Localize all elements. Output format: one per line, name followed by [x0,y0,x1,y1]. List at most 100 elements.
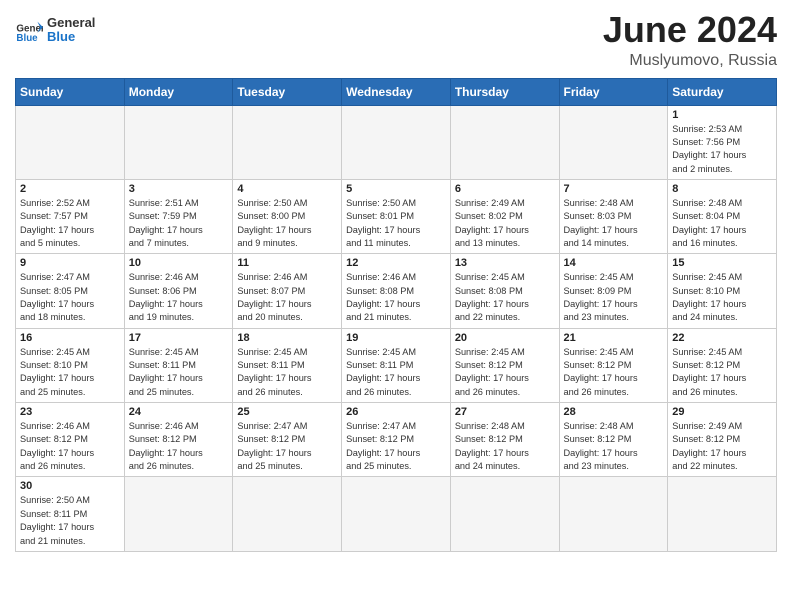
calendar-cell: 3 Sunrise: 2:51 AM Sunset: 7:59 PM Daylig… [124,179,233,253]
logo-icon: General Blue [15,16,43,44]
day-number: 28 [564,406,664,418]
day-number: 30 [20,480,120,492]
day-number: 5 [346,183,446,195]
calendar-cell: 1Sunrise: 2:53 AM Sunset: 7:56 PM Daylig… [668,105,777,179]
day-number: 15 [672,257,772,269]
day-number: 20 [455,332,555,344]
day-info: Sunrise: 2:48 AM Sunset: 8:03 PM Dayligh… [564,197,664,250]
calendar-cell [450,477,559,551]
weekday-header-friday: Friday [559,78,668,105]
logo-blue-text: Blue [47,30,95,44]
calendar-cell: 13 Sunrise: 2:45 AM Sunset: 8:08 PM Dayli… [450,254,559,328]
day-info: Sunrise: 2:45 AM Sunset: 8:12 PM Dayligh… [564,346,664,399]
calendar-cell: 7 Sunrise: 2:48 AM Sunset: 8:03 PM Daylig… [559,179,668,253]
day-number: 12 [346,257,446,269]
day-number: 10 [129,257,229,269]
day-number: 13 [455,257,555,269]
calendar-cell [342,477,451,551]
weekday-header-thursday: Thursday [450,78,559,105]
day-number: 14 [564,257,664,269]
calendar-cell: 10 Sunrise: 2:46 AM Sunset: 8:06 PM Dayli… [124,254,233,328]
day-number: 27 [455,406,555,418]
calendar-cell: 26 Sunrise: 2:47 AM Sunset: 8:12 PM Dayli… [342,403,451,477]
calendar-cell [124,477,233,551]
calendar-cell [559,477,668,551]
calendar-cell: 30 Sunrise: 2:50 AM Sunset: 8:11 PM Dayli… [16,477,125,551]
weekday-header-saturday: Saturday [668,78,777,105]
day-info: Sunrise: 2:45 AM Sunset: 8:12 PM Dayligh… [672,346,772,399]
weekday-header-sunday: Sunday [16,78,125,105]
day-info: Sunrise: 2:46 AM Sunset: 8:12 PM Dayligh… [20,420,120,473]
day-info: Sunrise: 2:50 AM Sunset: 8:00 PM Dayligh… [237,197,337,250]
calendar-cell: 2Sunrise: 2:52 AM Sunset: 7:57 PM Daylig… [16,179,125,253]
calendar-cell [450,105,559,179]
day-info: Sunrise: 2:45 AM Sunset: 8:09 PM Dayligh… [564,271,664,324]
day-info: Sunrise: 2:46 AM Sunset: 8:08 PM Dayligh… [346,271,446,324]
calendar-cell: 11 Sunrise: 2:46 AM Sunset: 8:07 PM Dayli… [233,254,342,328]
calendar-cell: 20 Sunrise: 2:45 AM Sunset: 8:12 PM Dayli… [450,328,559,402]
day-info: Sunrise: 2:45 AM Sunset: 8:11 PM Dayligh… [129,346,229,399]
weekday-header-tuesday: Tuesday [233,78,342,105]
calendar-cell: 15 Sunrise: 2:45 AM Sunset: 8:10 PM Dayli… [668,254,777,328]
calendar-cell: 14 Sunrise: 2:45 AM Sunset: 8:09 PM Dayli… [559,254,668,328]
day-number: 2 [20,183,120,195]
page-header: General Blue General Blue June 2024 Musl… [15,10,777,70]
day-info: Sunrise: 2:45 AM Sunset: 8:11 PM Dayligh… [346,346,446,399]
day-info: Sunrise: 2:50 AM Sunset: 8:11 PM Dayligh… [20,494,120,547]
calendar-cell: 17Sunrise: 2:45 AM Sunset: 8:11 PM Dayli… [124,328,233,402]
day-info: Sunrise: 2:48 AM Sunset: 8:12 PM Dayligh… [455,420,555,473]
day-number: 11 [237,257,337,269]
calendar-table: SundayMondayTuesdayWednesdayThursdayFrid… [15,78,777,552]
calendar-cell [233,477,342,551]
day-number: 25 [237,406,337,418]
day-info: Sunrise: 2:50 AM Sunset: 8:01 PM Dayligh… [346,197,446,250]
calendar-cell: 18Sunrise: 2:45 AM Sunset: 8:11 PM Dayli… [233,328,342,402]
calendar-cell [16,105,125,179]
day-number: 23 [20,406,120,418]
day-info: Sunrise: 2:45 AM Sunset: 8:11 PM Dayligh… [237,346,337,399]
calendar-cell: 16Sunrise: 2:45 AM Sunset: 8:10 PM Dayli… [16,328,125,402]
day-number: 4 [237,183,337,195]
calendar-cell: 23 Sunrise: 2:46 AM Sunset: 8:12 PM Dayli… [16,403,125,477]
svg-text:Blue: Blue [16,33,38,44]
day-number: 8 [672,183,772,195]
calendar-cell: 27 Sunrise: 2:48 AM Sunset: 8:12 PM Dayli… [450,403,559,477]
day-number: 29 [672,406,772,418]
day-info: Sunrise: 2:46 AM Sunset: 8:06 PM Dayligh… [129,271,229,324]
weekday-header-monday: Monday [124,78,233,105]
day-number: 3 [129,183,229,195]
day-number: 7 [564,183,664,195]
day-number: 21 [564,332,664,344]
weekday-header-wednesday: Wednesday [342,78,451,105]
calendar-cell [124,105,233,179]
calendar-cell: 12 Sunrise: 2:46 AM Sunset: 8:08 PM Dayli… [342,254,451,328]
logo: General Blue General Blue [15,16,95,45]
calendar-cell: 25 Sunrise: 2:47 AM Sunset: 8:12 PM Dayli… [233,403,342,477]
day-number: 24 [129,406,229,418]
month-year-title: June 2024 [603,10,777,50]
day-info: Sunrise: 2:47 AM Sunset: 8:05 PM Dayligh… [20,271,120,324]
calendar-cell: 6Sunrise: 2:49 AM Sunset: 8:02 PM Daylig… [450,179,559,253]
location-subtitle: Muslyumovo, Russia [603,52,777,70]
calendar-cell: 19 Sunrise: 2:45 AM Sunset: 8:11 PM Dayli… [342,328,451,402]
day-info: Sunrise: 2:45 AM Sunset: 8:12 PM Dayligh… [455,346,555,399]
day-number: 19 [346,332,446,344]
day-info: Sunrise: 2:45 AM Sunset: 8:10 PM Dayligh… [672,271,772,324]
day-info: Sunrise: 2:47 AM Sunset: 8:12 PM Dayligh… [237,420,337,473]
calendar-cell [342,105,451,179]
day-info: Sunrise: 2:46 AM Sunset: 8:07 PM Dayligh… [237,271,337,324]
calendar-cell: 8Sunrise: 2:48 AM Sunset: 8:04 PM Daylig… [668,179,777,253]
day-info: Sunrise: 2:49 AM Sunset: 8:02 PM Dayligh… [455,197,555,250]
day-number: 16 [20,332,120,344]
day-info: Sunrise: 2:47 AM Sunset: 8:12 PM Dayligh… [346,420,446,473]
calendar-cell [559,105,668,179]
day-info: Sunrise: 2:49 AM Sunset: 8:12 PM Dayligh… [672,420,772,473]
calendar-cell: 29 Sunrise: 2:49 AM Sunset: 8:12 PM Dayli… [668,403,777,477]
day-info: Sunrise: 2:51 AM Sunset: 7:59 PM Dayligh… [129,197,229,250]
logo-general-text: General [47,16,95,30]
calendar-cell: 28Sunrise: 2:48 AM Sunset: 8:12 PM Dayli… [559,403,668,477]
title-block: June 2024 Muslyumovo, Russia [603,10,777,70]
day-number: 26 [346,406,446,418]
day-info: Sunrise: 2:45 AM Sunset: 8:08 PM Dayligh… [455,271,555,324]
day-info: Sunrise: 2:53 AM Sunset: 7:56 PM Dayligh… [672,123,772,176]
